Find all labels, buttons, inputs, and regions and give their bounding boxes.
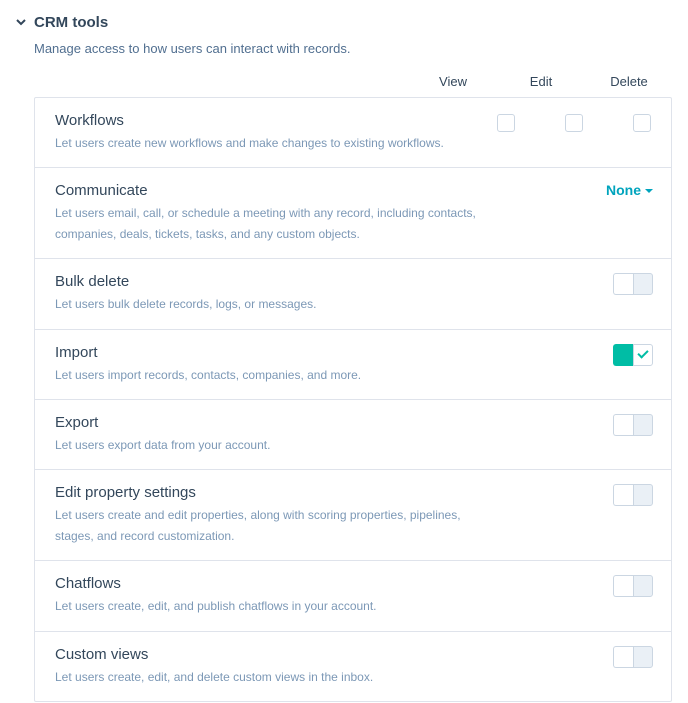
row-desc: Let users create and edit properties, al… xyxy=(55,505,493,546)
row-desc: Let users create, edit, and delete custo… xyxy=(55,667,493,687)
export-toggle[interactable] xyxy=(613,414,653,436)
row-chatflows: Chatflows Let users create, edit, and pu… xyxy=(35,561,671,631)
dropdown-label: None xyxy=(606,182,641,198)
row-title: Workflows xyxy=(55,112,487,129)
row-desc: Let users create, edit, and publish chat… xyxy=(55,596,493,616)
communicate-dropdown[interactable]: None xyxy=(606,182,653,198)
workflows-view-checkbox[interactable] xyxy=(497,114,515,132)
row-desc: Let users email, call, or schedule a mee… xyxy=(55,203,493,244)
row-title: Edit property settings xyxy=(55,484,493,501)
edit-property-toggle[interactable] xyxy=(613,484,653,506)
workflows-delete-checkbox[interactable] xyxy=(633,114,651,132)
chatflows-toggle[interactable] xyxy=(613,575,653,597)
row-desc: Let users import records, contacts, comp… xyxy=(55,365,493,385)
section-header[interactable]: CRM tools xyxy=(16,14,672,31)
row-bulk-delete: Bulk delete Let users bulk delete record… xyxy=(35,259,671,329)
row-title: Chatflows xyxy=(55,575,493,592)
row-custom-views: Custom views Let users create, edit, and… xyxy=(35,632,671,701)
chevron-down-icon xyxy=(16,17,26,27)
row-workflows: Workflows Let users create new workflows… xyxy=(35,98,671,168)
column-headers: View Edit Delete xyxy=(16,74,672,89)
custom-views-toggle[interactable] xyxy=(613,646,653,668)
row-title: Import xyxy=(55,344,493,361)
row-title: Communicate xyxy=(55,182,493,199)
row-desc: Let users create new workflows and make … xyxy=(55,133,487,153)
row-import: Import Let users import records, contact… xyxy=(35,330,671,400)
bulk-delete-toggle[interactable] xyxy=(613,273,653,295)
workflows-edit-checkbox[interactable] xyxy=(565,114,583,132)
caret-down-icon xyxy=(645,189,653,193)
col-edit: Edit xyxy=(520,74,562,89)
row-title: Custom views xyxy=(55,646,493,663)
row-title: Export xyxy=(55,414,493,431)
check-icon xyxy=(637,347,648,358)
row-desc: Let users bulk delete records, logs, or … xyxy=(55,294,493,314)
section-title: CRM tools xyxy=(34,14,108,31)
row-export: Export Let users export data from your a… xyxy=(35,400,671,470)
row-edit-property: Edit property settings Let users create … xyxy=(35,470,671,561)
row-title: Bulk delete xyxy=(55,273,493,290)
permissions-panel: Workflows Let users create new workflows… xyxy=(34,97,672,702)
section-description: Manage access to how users can interact … xyxy=(34,41,672,56)
col-delete: Delete xyxy=(608,74,650,89)
import-toggle[interactable] xyxy=(613,344,653,366)
row-communicate: Communicate Let users email, call, or sc… xyxy=(35,168,671,259)
row-desc: Let users export data from your account. xyxy=(55,435,493,455)
col-view: View xyxy=(432,74,474,89)
